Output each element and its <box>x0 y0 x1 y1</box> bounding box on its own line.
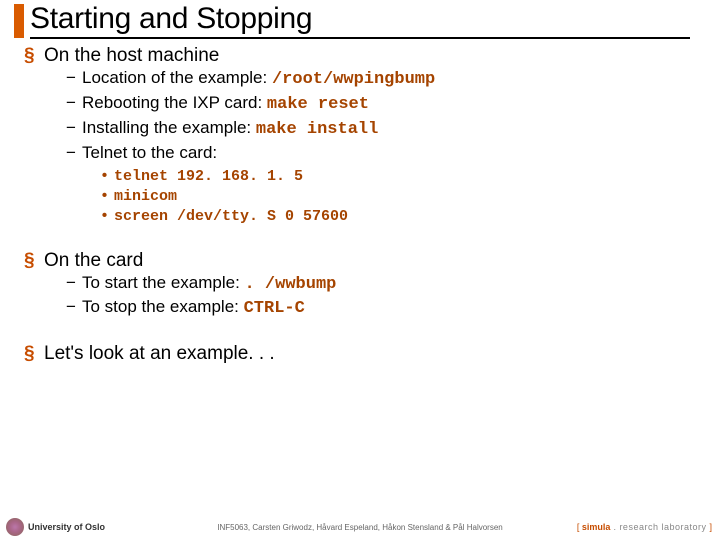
list-item: Location of the example: /root/wwpingbum… <box>66 67 720 92</box>
sub-item: screen /dev/tty. S 0 57600 <box>100 207 720 227</box>
list-item: Rebooting the IXP card: make reset <box>66 92 720 117</box>
item-text: Telnet to the card: <box>82 143 217 162</box>
section-card: On the card To start the example: . /wwb… <box>20 250 720 322</box>
slide-title: Starting and Stopping <box>30 2 690 39</box>
bracket-close: ] <box>709 522 712 532</box>
list-item: To start the example: . /wwbump <box>66 272 720 297</box>
item-code: . /wwbump <box>245 275 337 294</box>
item-text: To start the example: <box>82 273 245 292</box>
item-text: To stop the example: <box>82 297 244 316</box>
item-code: make reset <box>267 95 369 114</box>
simula-rest: . research laboratory <box>610 522 709 532</box>
item-code: /root/wwpingbump <box>272 70 435 89</box>
item-text: Rebooting the IXP card: <box>82 93 267 112</box>
item-text: Location of the example: <box>82 68 272 87</box>
spacer <box>20 232 720 250</box>
title-area: Starting and Stopping <box>0 0 720 39</box>
list-item: Installing the example: make install <box>66 117 720 142</box>
footer: University of Oslo INF5063, Carsten Griw… <box>0 514 720 536</box>
section-example: Let's look at an example. . . <box>20 343 720 365</box>
list-item: To stop the example: CTRL-C <box>66 296 720 321</box>
spacer <box>20 325 720 343</box>
section-heading: On the card <box>44 250 143 271</box>
section-host: On the host machine Location of the exam… <box>20 45 720 228</box>
item-code: make install <box>256 120 378 139</box>
slide: Starting and Stopping On the host machin… <box>0 0 720 540</box>
item-text: Installing the example: <box>82 118 256 137</box>
slide-body: On the host machine Location of the exam… <box>0 39 720 365</box>
sub-item: minicom <box>100 187 720 207</box>
section-heading: On the host machine <box>44 45 219 66</box>
simula-logo: [ simula . research laboratory ] <box>577 522 712 532</box>
item-code: CTRL-C <box>244 299 305 318</box>
list-item: Telnet to the card: telnet 192. 168. 1. … <box>66 142 720 228</box>
sub-item: telnet 192. 168. 1. 5 <box>100 167 720 187</box>
title-accent-bar <box>14 4 24 38</box>
section-heading: Let's look at an example. . . <box>44 343 275 364</box>
simula-name: simula <box>582 522 611 532</box>
